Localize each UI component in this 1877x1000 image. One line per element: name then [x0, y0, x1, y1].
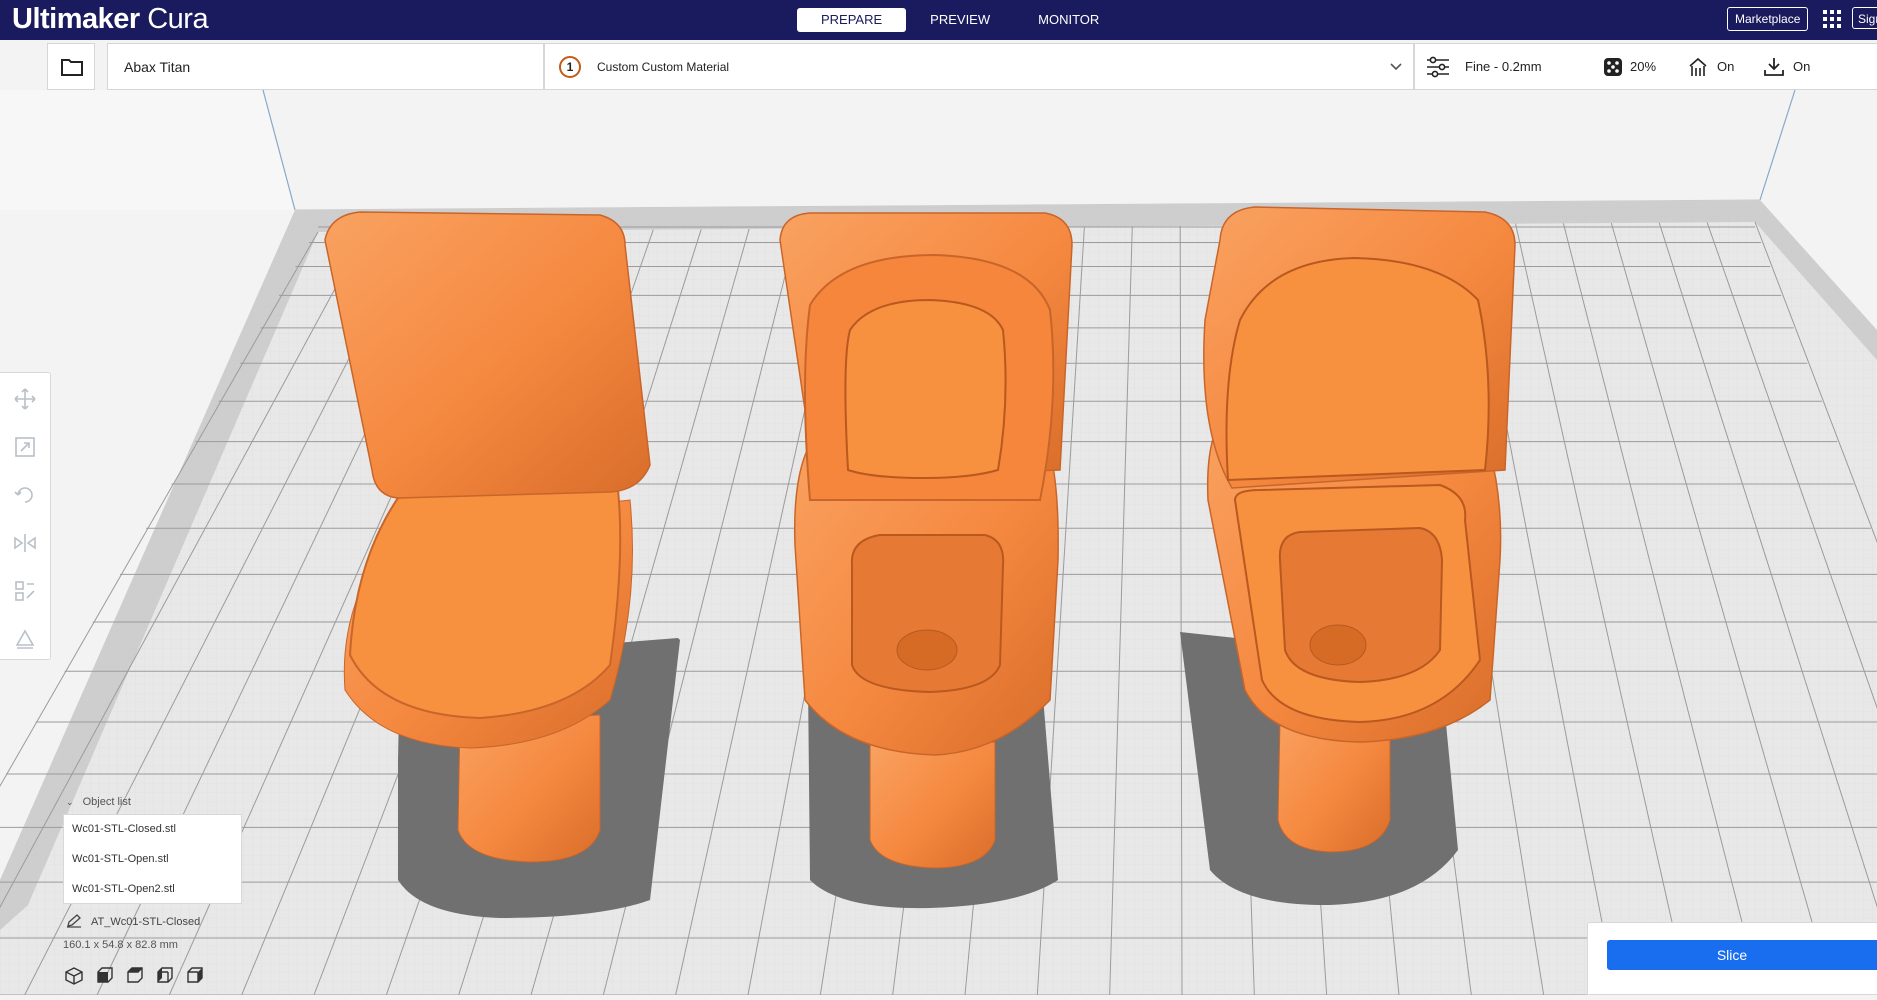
view-orientation-buttons: [64, 966, 204, 986]
brand-light: Cura: [147, 3, 209, 35]
support-blocker-icon[interactable]: [13, 627, 37, 651]
material-selector[interactable]: 1 Custom Custom Material: [544, 43, 1414, 90]
list-item[interactable]: Wc01-STL-Closed.stl: [72, 823, 176, 835]
object-list-header[interactable]: ⌄ Object list: [66, 796, 131, 808]
move-icon[interactable]: [13, 387, 37, 411]
chevron-down-icon: [1390, 63, 1402, 71]
print-settings-selector[interactable]: Fine - 0.2mm 20% On On: [1414, 43, 1877, 90]
object-list-title: Object list: [82, 796, 131, 808]
signin-button[interactable]: Sign in: [1852, 7, 1877, 29]
scale-icon[interactable]: [13, 435, 37, 459]
selected-object-name: AT_Wc01-STL-Closed: [91, 916, 201, 928]
printer-name: Abax Titan: [124, 59, 191, 75]
profile-label: Fine - 0.2mm: [1465, 59, 1542, 74]
list-item[interactable]: Wc01-STL-Open.stl: [72, 853, 169, 865]
pencil-icon[interactable]: [66, 914, 82, 928]
view-top-icon[interactable]: [124, 966, 144, 986]
print-setup-toolbar: Abax Titan 1 Custom Custom Material Fine…: [47, 43, 1877, 90]
support-icon: [1689, 57, 1707, 76]
infill-value: 20%: [1630, 59, 1657, 74]
list-item[interactable]: Wc01-STL-Open2.stl: [72, 883, 175, 895]
slice-button[interactable]: Slice: [1607, 940, 1877, 970]
wall-edge-right: [1759, 89, 1796, 201]
object-dimensions: 160.1 x 54.8 x 82.8 mm: [63, 939, 178, 951]
adhesion-value: On: [1793, 59, 1811, 74]
open-file-button[interactable]: [47, 43, 95, 90]
tab-monitor[interactable]: MONITOR: [1014, 8, 1123, 32]
app-logo: Ultimaker Cura: [12, 3, 209, 36]
marketplace-button[interactable]: Marketplace: [1727, 7, 1809, 31]
support-value: On: [1717, 59, 1735, 74]
tab-prepare[interactable]: PREPARE: [797, 8, 907, 32]
view-front-icon[interactable]: [94, 966, 114, 986]
printer-selector[interactable]: Abax Titan: [107, 43, 593, 90]
view-3d-icon[interactable]: [64, 966, 84, 986]
build-plate-viewport[interactable]: [0, 89, 1877, 996]
folder-icon: [61, 59, 83, 76]
per-model-settings-icon[interactable]: [13, 579, 37, 603]
material-name: Custom Custom Material: [597, 60, 730, 74]
view-left-icon[interactable]: [154, 966, 174, 986]
chevron-down-icon: ⌄: [66, 797, 74, 807]
scene-svg: [0, 89, 1877, 996]
apps-grid-icon[interactable]: [1823, 10, 1841, 28]
stage-tabs: PREPARE PREVIEW MONITOR: [797, 8, 1123, 32]
mirror-icon[interactable]: [13, 531, 37, 555]
adhesion-icon: [1764, 58, 1784, 76]
sliders-icon: [1427, 56, 1449, 78]
tab-preview[interactable]: PREVIEW: [906, 8, 1014, 32]
object-list: Wc01-STL-Closed.stl Wc01-STL-Open.stl Wc…: [63, 814, 242, 904]
brand-bold: Ultimaker: [12, 3, 140, 35]
extruder-badge: 1: [559, 56, 581, 78]
view-right-icon[interactable]: [184, 966, 204, 986]
rotate-icon[interactable]: [13, 483, 37, 507]
infill-icon: [1604, 58, 1622, 76]
action-panel: Slice: [1587, 922, 1877, 995]
tool-panel: [0, 372, 51, 660]
header-bar: Ultimaker Cura PREPARE PREVIEW MONITOR M…: [0, 0, 1877, 40]
